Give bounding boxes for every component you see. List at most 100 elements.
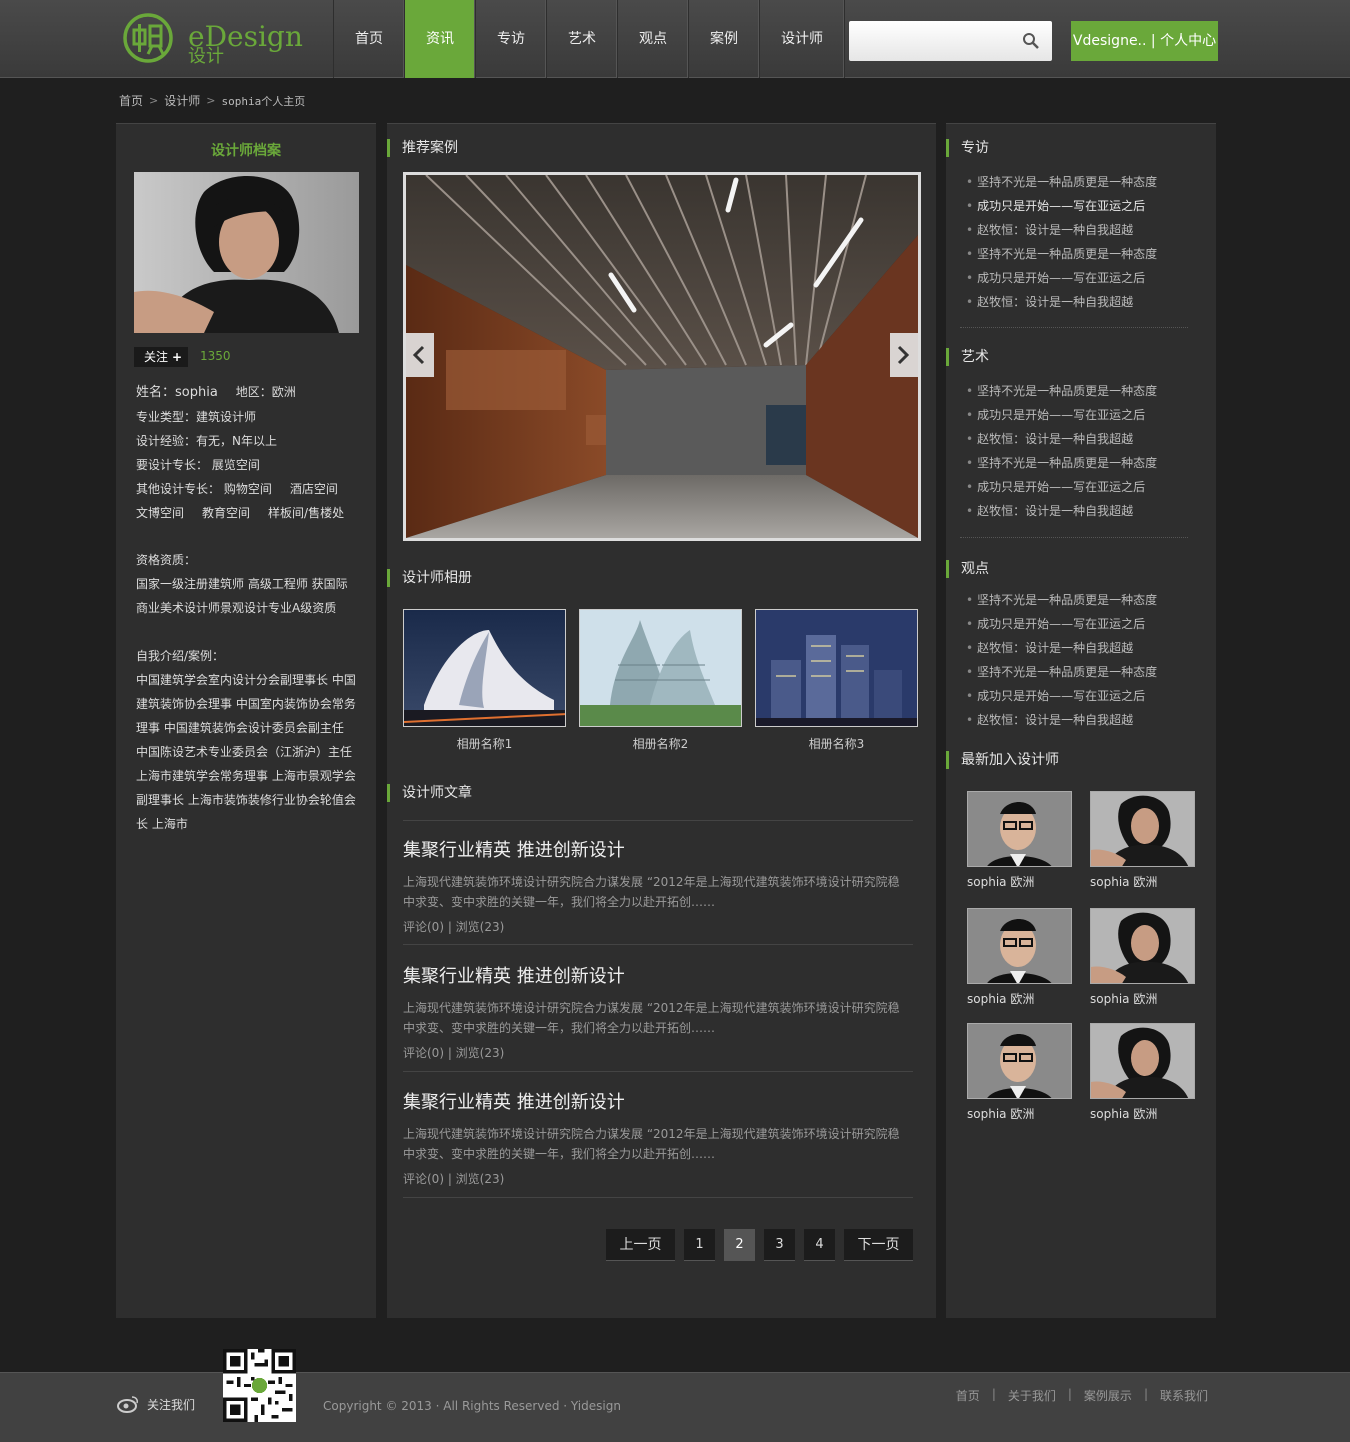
nav-interview[interactable]: 专访 <box>476 0 547 78</box>
profile-basic-info: 姓名：sophia 地区：欧洲 专业类型：建筑设计师 设计经验：有无，N年以上 要… <box>136 380 366 525</box>
page-button[interactable]: 3 <box>764 1229 795 1261</box>
list-item[interactable]: 坚持不光是一种品质更是一种态度 <box>966 588 1206 612</box>
footer-link-cases[interactable]: 案例展示 <box>1084 1387 1132 1404</box>
article-excerpt-line: 上海现代建筑装饰环境设计研究院合力谋发展 “2012年是上海现代建筑装饰环境设计… <box>403 875 900 889</box>
list-item[interactable]: 赵牧恒：设计是一种自我超越 <box>966 636 1206 660</box>
list-item[interactable]: 坚持不光是一种品质更是一种态度 <box>966 242 1206 266</box>
album-card[interactable]: 相册名称1 <box>403 609 566 752</box>
intro-text: 中国建筑学会室内设计分会副理事长 中国 <box>136 673 356 687</box>
profile-major-type: 专业类型：建筑设计师 <box>136 410 257 424</box>
list-item[interactable]: 赵牧恒：设计是一种自我超越 <box>966 290 1206 314</box>
designer-caption: sophia 欧洲 <box>967 875 1035 889</box>
article-item[interactable]: 集聚行业精英 推进创新设计 上海现代建筑装饰环境设计研究院合力谋发展 “2012… <box>403 962 913 1061</box>
slider-prev-button[interactable] <box>406 333 434 377</box>
pagination: 上一页 1 2 3 4 下一页 <box>606 1229 913 1261</box>
opinion-list: 坚持不光是一种品质更是一种态度 成功只是开始——写在亚运之后 赵牧恒：设计是一种… <box>966 588 1206 732</box>
weibo-icon <box>117 1396 138 1413</box>
list-item[interactable]: 坚持不光是一种品质更是一种态度 <box>966 451 1206 475</box>
plus-icon: + <box>171 350 182 364</box>
list-item[interactable]: 赵牧恒：设计是一种自我超越 <box>966 427 1206 451</box>
list-item[interactable]: 赵牧恒：设计是一种自我超越 <box>966 708 1206 732</box>
designer-avatar <box>1090 791 1195 867</box>
article-meta: 评论(0) | 浏览(23) <box>403 920 505 934</box>
list-item[interactable]: 坚持不光是一种品质更是一种态度 <box>966 170 1206 194</box>
featured-case-slider[interactable] <box>403 172 921 541</box>
opinion-section-title: 观点 <box>946 560 989 578</box>
footer-link-contact[interactable]: 联系我们 <box>1160 1387 1208 1404</box>
specialty-tag: 教育空间 <box>202 506 251 520</box>
search-input[interactable] <box>849 21 1052 61</box>
article-meta: 评论(0) | 浏览(23) <box>403 1172 505 1186</box>
chevron-left-icon <box>412 345 425 365</box>
weibo-follow[interactable]: 关注我们 <box>117 1395 195 1413</box>
divider: | <box>991 1387 996 1401</box>
profile-main-specialty: 要设计专长： 展览空间 <box>136 458 260 472</box>
nav-art[interactable]: 艺术 <box>547 0 618 78</box>
art-section-title: 艺术 <box>946 348 989 366</box>
footer-link-about[interactable]: 关于我们 <box>1008 1387 1056 1404</box>
album-card[interactable]: 相册名称2 <box>579 609 742 752</box>
article-item[interactable]: 集聚行业精英 推进创新设计 上海现代建筑装饰环境设计研究院合力谋发展 “2012… <box>403 836 913 935</box>
article-item[interactable]: 集聚行业精英 推进创新设计 上海现代建筑装饰环境设计研究院合力谋发展 “2012… <box>403 1088 913 1187</box>
footer-link-home[interactable]: 首页 <box>956 1387 980 1404</box>
designer-card[interactable]: sophia 欧洲 <box>967 908 1077 1007</box>
chevron-right-icon: > <box>149 94 159 107</box>
article-excerpt: 上海现代建筑装饰环境设计研究院合力谋发展 “2012年是上海现代建筑装饰环境设计… <box>403 998 913 1038</box>
logo[interactable]: eDesign 设计 <box>122 10 303 67</box>
album-caption: 相册名称1 <box>456 737 513 751</box>
article-excerpt-line: 中求变、变中求胜的关键一年，我们将全力以赴开拓创…… <box>403 895 716 909</box>
article-title[interactable]: 集聚行业精英 推进创新设计 <box>403 836 913 862</box>
logo-text-cn: 设计 <box>188 46 224 67</box>
featured-cases-title: 推荐案例 <box>387 139 458 157</box>
designer-card[interactable]: sophia 欧洲 <box>967 791 1077 890</box>
profile-qualification: 资格资质： 国家一级注册建筑师 高级工程师 获国际 商业美术设计师景观设计专业A… <box>136 548 366 620</box>
designer-avatar <box>1090 1023 1195 1099</box>
header: eDesign 设计 首页 资讯 专访 艺术 观点 案例 设计师 Vdesign… <box>0 0 1350 78</box>
page-button-current[interactable]: 2 <box>724 1229 755 1261</box>
intro-text: 上海市建筑学会常务理事 上海市景观学会 <box>136 769 356 783</box>
nav-home[interactable]: 首页 <box>334 0 405 78</box>
list-item[interactable]: 赵牧恒：设计是一种自我超越 <box>966 499 1206 523</box>
nav-designers[interactable]: 设计师 <box>760 0 845 78</box>
next-page-button[interactable]: 下一页 <box>844 1229 913 1261</box>
article-title[interactable]: 集聚行业精英 推进创新设计 <box>403 962 913 988</box>
list-item[interactable]: 成功只是开始——写在亚运之后 <box>966 475 1206 499</box>
intro-text: 理事 中国建筑装饰会设计委员会副主任 <box>136 721 344 735</box>
new-designers-title: 最新加入设计师 <box>946 751 1059 769</box>
designer-card[interactable]: sophia 欧洲 <box>967 1023 1077 1122</box>
nav-cases[interactable]: 案例 <box>689 0 760 78</box>
breadcrumb-designers[interactable]: 设计师 <box>164 92 200 109</box>
follow-button[interactable]: 关注 + <box>134 347 188 367</box>
search-icon[interactable] <box>1022 32 1040 50</box>
divider <box>960 327 1188 328</box>
intro-text: 长 上海市 <box>136 817 188 831</box>
list-item[interactable]: 成功只是开始——写在亚运之后 <box>966 612 1206 636</box>
designer-card[interactable]: sophia 欧洲 <box>1090 908 1200 1007</box>
main-content: 推荐案例 设计师相册 相册名称1 相册名称2 相册名称3 设计师文章 集聚行业精… <box>387 123 936 1318</box>
article-excerpt: 上海现代建筑装饰环境设计研究院合力谋发展 “2012年是上海现代建筑装饰环境设计… <box>403 872 913 912</box>
page-button[interactable]: 4 <box>804 1229 835 1261</box>
nav-news[interactable]: 资讯 <box>405 0 476 78</box>
chevron-right-icon: > <box>206 94 216 107</box>
user-center-button[interactable]: Vdesigne.. | 个人中心 <box>1071 21 1218 61</box>
list-item[interactable]: 坚持不光是一种品质更是一种态度 <box>966 660 1206 684</box>
prev-page-button[interactable]: 上一页 <box>606 1229 675 1261</box>
list-item[interactable]: 坚持不光是一种品质更是一种态度 <box>966 379 1206 403</box>
album-card[interactable]: 相册名称3 <box>755 609 918 752</box>
list-item[interactable]: 赵牧恒：设计是一种自我超越 <box>966 218 1206 242</box>
album-thumbnail <box>755 609 918 727</box>
list-item[interactable]: 成功只是开始——写在亚运之后 <box>966 194 1206 218</box>
designer-card[interactable]: sophia 欧洲 <box>1090 791 1200 890</box>
designer-caption: sophia 欧洲 <box>1090 875 1158 889</box>
designer-caption: sophia 欧洲 <box>1090 992 1158 1006</box>
article-title[interactable]: 集聚行业精英 推进创新设计 <box>403 1088 913 1114</box>
designer-card[interactable]: sophia 欧洲 <box>1090 1023 1200 1122</box>
list-item[interactable]: 成功只是开始——写在亚运之后 <box>966 266 1206 290</box>
list-item[interactable]: 成功只是开始——写在亚运之后 <box>966 684 1206 708</box>
nav-opinion[interactable]: 观点 <box>618 0 689 78</box>
list-item[interactable]: 成功只是开始——写在亚运之后 <box>966 403 1206 427</box>
slider-next-button[interactable] <box>890 333 918 377</box>
breadcrumb-home[interactable]: 首页 <box>119 92 143 109</box>
page-button[interactable]: 1 <box>684 1229 715 1261</box>
article-meta: 评论(0) | 浏览(23) <box>403 1046 505 1060</box>
